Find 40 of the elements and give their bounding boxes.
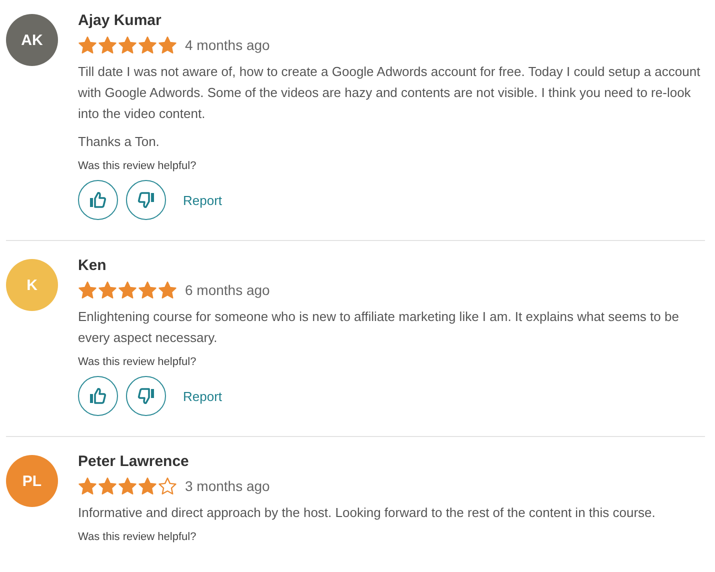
thumbs-down-button[interactable]	[126, 180, 166, 220]
avatar: PL	[6, 455, 58, 507]
thumbs-up-icon	[88, 386, 108, 406]
thumbs-down-icon	[136, 386, 156, 406]
filled-star-icon	[138, 477, 157, 495]
review-date: 4 months ago	[185, 37, 270, 53]
filled-star-icon	[78, 477, 97, 495]
thumbs-up-button[interactable]	[78, 376, 118, 416]
review-date: 3 months ago	[185, 478, 270, 494]
review-text: Thanks a Ton.	[78, 133, 160, 151]
thumbs-up-icon	[88, 190, 108, 210]
filled-star-icon	[118, 477, 137, 495]
reviewer-name: Ken	[78, 257, 108, 274]
filled-star-icon	[158, 36, 177, 54]
filled-star-icon	[98, 36, 117, 54]
helpful-prompt: Was this review helpful?	[78, 356, 198, 368]
helpful-prompt: Was this review helpful?	[78, 160, 198, 172]
thumbs-up-button[interactable]	[78, 180, 118, 220]
filled-star-icon	[78, 36, 97, 54]
filled-star-icon	[118, 36, 137, 54]
avatar: K	[6, 259, 58, 311]
reviewer-name: Ajay Kumar	[78, 12, 162, 29]
filled-star-icon	[98, 477, 117, 495]
thumbs-down-icon	[136, 190, 156, 210]
report-link[interactable]: Report	[183, 388, 222, 404]
reviewer-name: Peter Lawrence	[78, 453, 190, 470]
review-text: Till date I was not aware of, how to create a Google Adwords account for free. Today I could setup a account with Google Adwords. Some of the videos are hazy and contents are not visible. I think you need to re-look into the video content.	[78, 63, 702, 123]
helpful-prompt: Was this review helpful?	[78, 531, 198, 543]
thumbs-down-button[interactable]	[126, 376, 166, 416]
report-link[interactable]: Report	[183, 192, 222, 208]
filled-star-icon	[78, 281, 97, 299]
filled-star-icon	[158, 281, 177, 299]
filled-star-icon	[138, 36, 157, 54]
filled-star-icon	[98, 281, 117, 299]
filled-star-icon	[138, 281, 157, 299]
review-text: Enlightening course for someone who is new to affiliate marketing like I am. It explains what seems to be every aspect necessary.	[78, 308, 680, 347]
review-text: Informative and direct approach by the host. Looking forward to the rest of the content in this course.	[78, 504, 656, 522]
avatar: AK	[6, 14, 58, 66]
filled-star-icon	[118, 281, 137, 299]
review-date: 6 months ago	[185, 282, 270, 298]
